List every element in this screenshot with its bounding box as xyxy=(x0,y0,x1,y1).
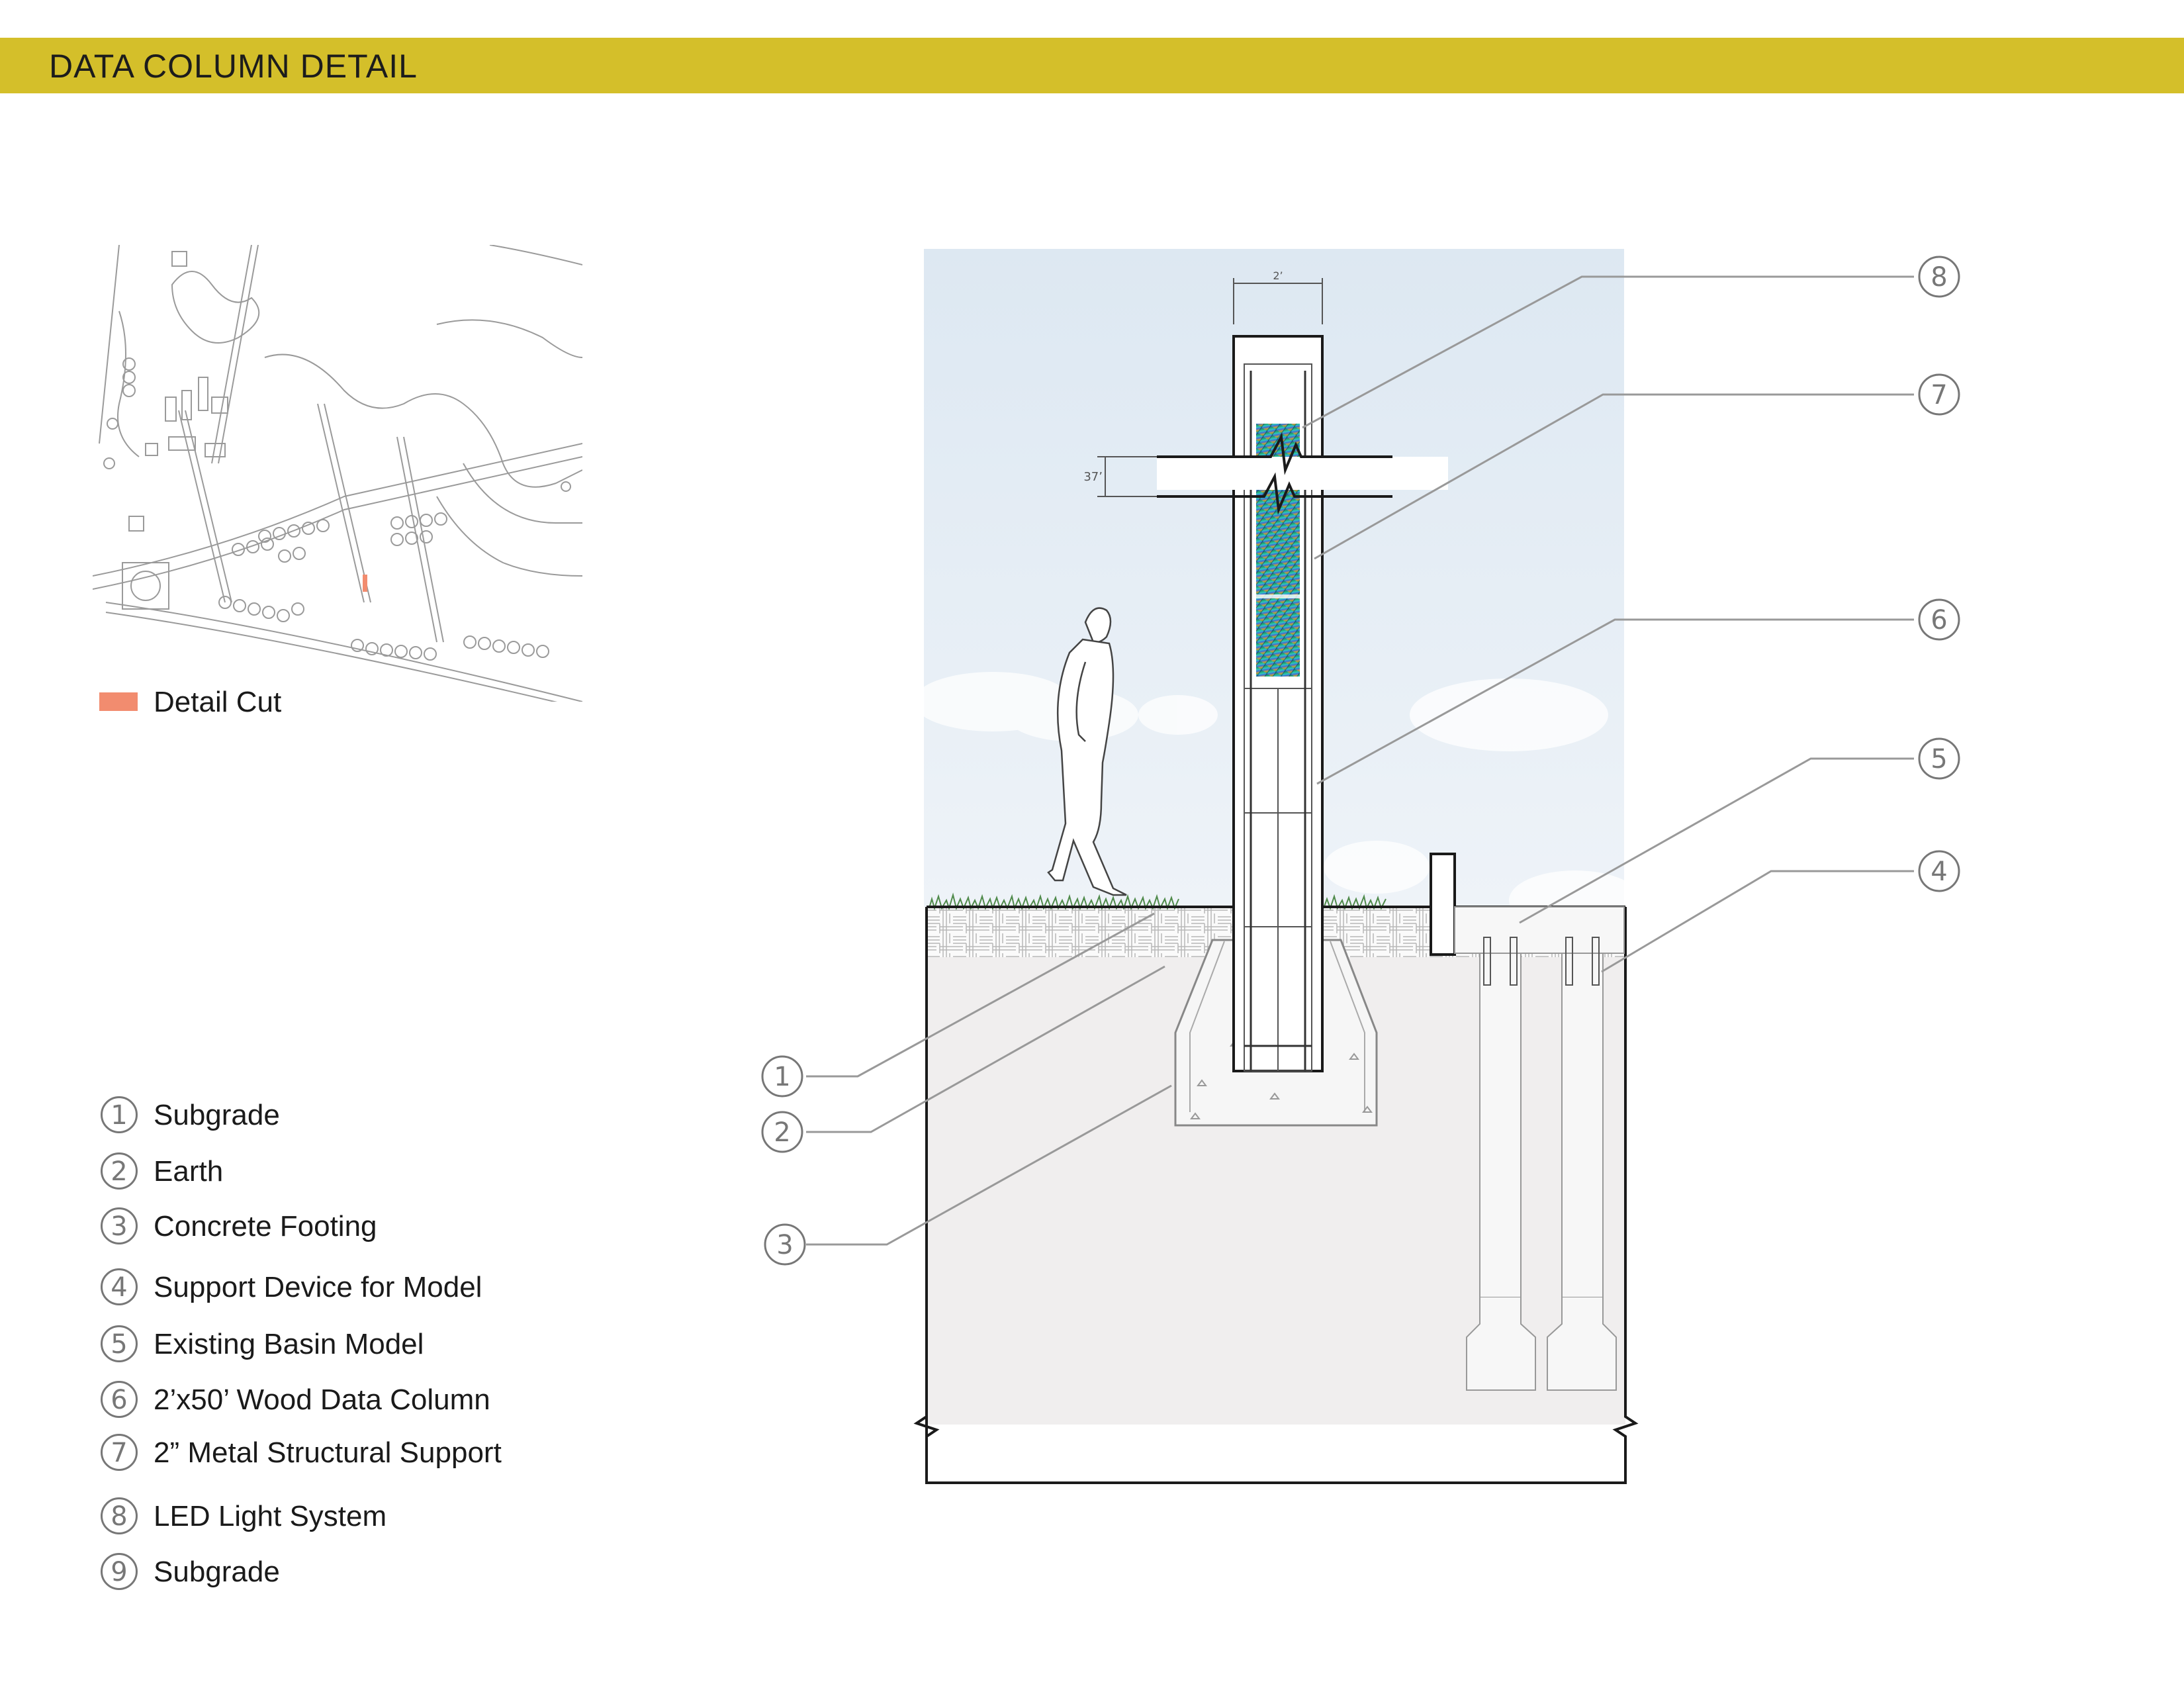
legend-number: 9 xyxy=(101,1553,138,1590)
legend-number: 8 xyxy=(101,1497,138,1534)
legend-label: Concrete Footing xyxy=(154,1210,377,1243)
callout-number: 6 xyxy=(1931,605,1947,635)
legend-number: 6 xyxy=(101,1381,138,1418)
callout-6: 6 xyxy=(1918,598,1960,641)
column-section-drawing: 2’ 37’ 8 7 6 5 4 1 2 3 xyxy=(761,249,1960,1484)
legend-label: 2’x50’ Wood Data Column xyxy=(154,1383,490,1416)
legend-label: Subgrade xyxy=(154,1099,280,1131)
title-bar: DATA COLUMN DETAIL xyxy=(0,38,2184,93)
callout-3: 3 xyxy=(764,1223,806,1266)
dimension-width: 2’ xyxy=(1273,269,1283,282)
callout-7: 7 xyxy=(1918,373,1960,416)
callout-number: 4 xyxy=(1931,857,1947,887)
legend-label: LED Light System xyxy=(154,1500,387,1532)
map-legend-label: Detail Cut xyxy=(154,686,282,718)
detail-cut-marker xyxy=(363,575,367,592)
legend-label: Subgrade xyxy=(154,1556,280,1588)
callout-number: 1 xyxy=(774,1062,790,1092)
callout-1: 1 xyxy=(761,1055,803,1098)
callout-number: 5 xyxy=(1931,744,1947,774)
callout-number: 2 xyxy=(774,1117,790,1148)
legend-number: 3 xyxy=(101,1207,138,1244)
legend-number: 4 xyxy=(101,1268,138,1305)
legend-label: Support Device for Model xyxy=(154,1271,482,1303)
legend-label: Existing Basin Model xyxy=(154,1328,424,1360)
detail-cut-swatch xyxy=(99,692,138,711)
legend-number: 5 xyxy=(101,1325,138,1362)
legend-number: 7 xyxy=(101,1434,138,1471)
callout-number: 7 xyxy=(1931,380,1947,410)
legend-number: 1 xyxy=(101,1096,138,1133)
callout-2: 2 xyxy=(761,1111,803,1153)
legend-label: Earth xyxy=(154,1155,224,1188)
callout-4: 4 xyxy=(1918,850,1960,892)
dimension-break-height: 37’ xyxy=(1083,470,1103,484)
legend-number: 2 xyxy=(101,1152,138,1190)
legend-label: 2” Metal Structural Support xyxy=(154,1436,502,1469)
led-panel-bottom xyxy=(1256,490,1300,677)
callout-5: 5 xyxy=(1918,737,1960,780)
callout-number: 8 xyxy=(1931,262,1947,293)
page-title: DATA COLUMN DETAIL xyxy=(49,48,418,85)
callout-8: 8 xyxy=(1918,256,1960,298)
callout-number: 3 xyxy=(776,1230,793,1260)
site-key-map xyxy=(93,245,582,702)
